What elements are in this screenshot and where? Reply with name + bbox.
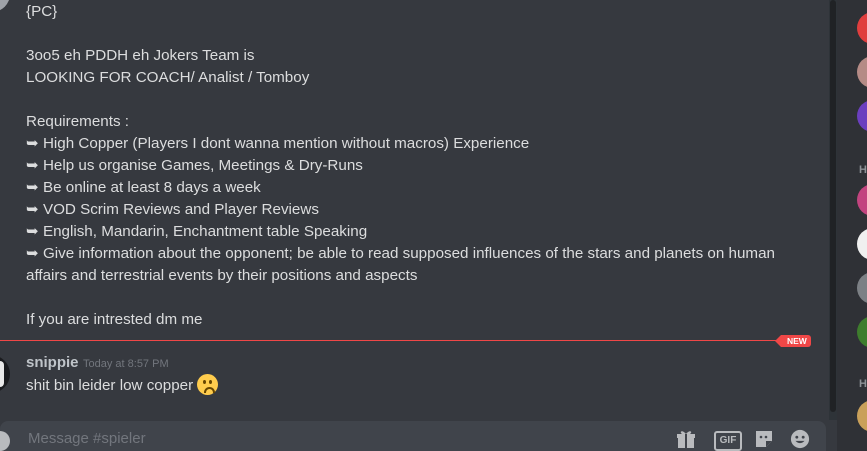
message-line: ➥ VOD Scrim Reviews and Player Reviews [26, 201, 319, 218]
avatar[interactable] [0, 0, 10, 12]
gift-icon[interactable] [676, 429, 696, 449]
member-avatar[interactable] [857, 100, 867, 132]
message-author[interactable]: snippie [26, 354, 79, 371]
message-line: ➥ High Copper (Players I dont wanna ment… [26, 135, 530, 152]
message-composer: GIF [0, 421, 826, 451]
message-line: LOOKING FOR COACH/ Analist / Tomboy [26, 69, 310, 86]
new-messages-divider [0, 340, 793, 341]
chat-scrollbar[interactable] [829, 0, 837, 420]
member-avatar[interactable] [857, 316, 867, 348]
sticker-icon[interactable] [754, 429, 774, 449]
message-timestamp[interactable]: Today at 8:57 PM [83, 358, 169, 370]
message-line: {PC} [26, 3, 58, 20]
message-line: ➥ Help us organise Games, Meetings & Dry… [26, 157, 363, 174]
message-line: Requirements : [26, 113, 129, 130]
message-line: affairs and terrestrial events by their … [26, 267, 418, 284]
message-line: ➥ English, Mandarin, Enchantment table S… [26, 223, 368, 240]
member-avatar[interactable] [857, 400, 867, 432]
avatar[interactable] [0, 355, 10, 393]
add-attachment-icon[interactable] [0, 431, 10, 451]
chat-area: {PC} 3oo5 eh PDDH eh Jokers Team is LOOK… [0, 0, 829, 451]
scroll-thumb[interactable] [830, 0, 836, 412]
member-avatar[interactable] [857, 56, 867, 88]
member-avatar[interactable] [857, 12, 867, 44]
message-content: shit bin leider low copper [26, 374, 219, 397]
member-avatar[interactable] [857, 272, 867, 304]
member-avatar[interactable] [857, 184, 867, 216]
message-line: ➥ Give information about the opponent; b… [26, 245, 775, 262]
message-line: ➥ Be online at least 8 days a week [26, 179, 261, 196]
member-list: H H [837, 0, 867, 451]
gif-button[interactable]: GIF [714, 431, 742, 451]
message-line: If you are intrested dm me [26, 311, 203, 328]
frowning-face-emoji-icon[interactable] [197, 374, 219, 395]
member-group-header: H [859, 164, 867, 176]
emoji-picker-icon[interactable] [789, 429, 811, 449]
member-group-header: H [859, 378, 867, 390]
message-line: 3oo5 eh PDDH eh Jokers Team is [26, 47, 255, 64]
message-text: shit bin leider low copper [26, 377, 194, 394]
message-input[interactable] [26, 427, 630, 449]
member-avatar[interactable] [857, 228, 867, 260]
new-badge: NEW [775, 335, 811, 347]
